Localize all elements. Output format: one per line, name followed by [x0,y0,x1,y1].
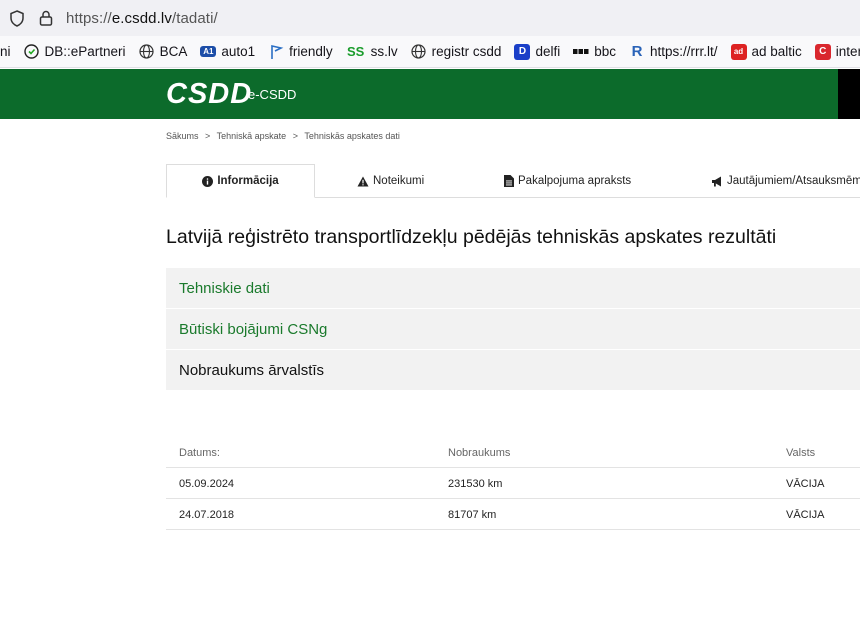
auto1-icon: A1 [200,46,217,57]
tab-informacija[interactable]: Informācija [166,164,315,198]
cell-country: VĀCIJA [786,509,825,521]
bookmark-label: auto1 [221,44,256,59]
globe-icon [139,44,155,60]
tab-jautajumiem[interactable]: Jautājumiem/Atsauksmēm [711,164,860,198]
cell-mileage: 81707 km [448,509,497,521]
lock-icon[interactable] [37,9,55,27]
inter-icon: C [814,43,831,60]
bookmark-label: BCA [159,44,188,59]
cell-mileage: 231530 km [448,478,503,490]
bookmark-label: ss.lv [370,44,398,59]
shield-icon[interactable] [8,9,26,27]
globe-icon [411,44,427,60]
url-text[interactable]: https://e.csdd.lv/tadati/ [66,10,218,27]
warning-icon [357,176,369,187]
breadcrumb-home[interactable]: Sākums [166,131,199,141]
flag-icon [268,44,284,60]
delfi-icon: D [514,43,531,60]
cell-date: 05.09.2024 [179,478,235,490]
ss-icon: SS [346,44,365,59]
bookmark-bca[interactable]: BCA [139,44,188,60]
bookmark-label: inter [835,44,860,59]
bookmark-ad-baltic[interactable]: ad ad baltic [730,43,802,60]
page-title: Latvijā reģistrēto transportlīdzekļu pēd… [166,226,777,248]
bookmark-label: ad baltic [751,44,802,59]
bookmark-label: bbc [594,44,616,59]
breadcrumb: Sākums > Tehniskā apskate > Tehniskās ap… [166,131,404,141]
bookmark-label: delfi [535,44,561,59]
bookmark-label: DB::ePartneri [44,44,126,59]
breadcrumb-separator: > [292,131,298,141]
section-butiski-bojajumi[interactable]: Būtiski bojājumi CSNg [166,309,860,349]
column-header-mileage: Nobraukums [448,447,511,459]
tab-label: Jautājumiem/Atsauksmēm [727,175,860,187]
tab-label: Noteikumi [373,175,425,187]
bookmark-ni[interactable]: ni [0,44,11,59]
tab-pakalpojuma-apraksts[interactable]: Pakalpojuma apraksts [504,164,631,198]
breadcrumb-technical-inspection[interactable]: Tehniskā apskate [217,131,287,141]
tab-label: Informācija [217,175,279,187]
adbaltic-icon: ad [730,43,747,60]
bookmark-inter[interactable]: C inter [814,43,860,60]
bookmark-label: https://rrr.lt/ [649,44,718,59]
rrr-icon: R [631,43,643,60]
tab-noteikumi[interactable]: Noteikumi [357,164,424,198]
section-tehniskie-dati[interactable]: Tehniskie dati [166,268,860,308]
mileage-table: Datums: Nobraukums Valsts 05.09.2024 231… [166,437,860,530]
bookmark-auto1[interactable]: A1 auto1 [200,44,255,59]
table-header-row: Datums: Nobraukums Valsts [166,437,860,468]
cell-country: VĀCIJA [786,478,825,490]
bookmark-label: registr csdd [431,44,502,59]
tab-bar: Informācija Noteikumi Pakalpojuma apraks… [166,164,860,198]
ecsdd-title[interactable]: e-CSDD [248,87,296,102]
bookmark-bbc[interactable]: bbc [573,44,616,60]
column-header-date: Datums: [179,447,220,459]
bookmark-delfi[interactable]: D delfi [514,43,561,60]
address-bar[interactable]: https://e.csdd.lv/tadati/ [0,0,860,36]
bookmark-friendly[interactable]: friendly [268,44,333,60]
site-header: CSDD e-CSDD [0,69,838,119]
section-nobraukums-arvalstis[interactable]: Nobraukums ārvalstīs [166,350,860,390]
column-header-country: Valsts [786,447,816,459]
bbc-icon [573,44,589,60]
document-icon [504,175,514,187]
db-icon [24,44,40,60]
info-icon [202,175,214,187]
table-row: 24.07.2018 81707 km VĀCIJA [166,499,860,530]
bookmarks-bar: ni DB::ePartneri BCA A1 auto1 friendly S… [0,36,860,68]
bookmark-rrr[interactable]: R https://rrr.lt/ [629,43,718,60]
header-side-bar [838,69,860,119]
bookmark-label: friendly [289,44,333,59]
table-row: 05.09.2024 231530 km VĀCIJA [166,468,860,499]
breadcrumb-current: Tehniskās apskates dati [304,131,400,141]
megaphone-icon [711,176,723,187]
bookmark-registr-csdd[interactable]: registr csdd [411,44,502,60]
cell-date: 24.07.2018 [179,509,235,521]
bookmark-label: ni [0,44,11,59]
csdd-logo[interactable]: CSDD [166,79,252,109]
bookmark-db-epartneri[interactable]: DB::ePartneri [24,44,126,60]
breadcrumb-separator: > [205,131,211,141]
bookmark-sslv[interactable]: SS ss.lv [346,44,398,60]
tab-label: Pakalpojuma apraksts [518,175,632,187]
